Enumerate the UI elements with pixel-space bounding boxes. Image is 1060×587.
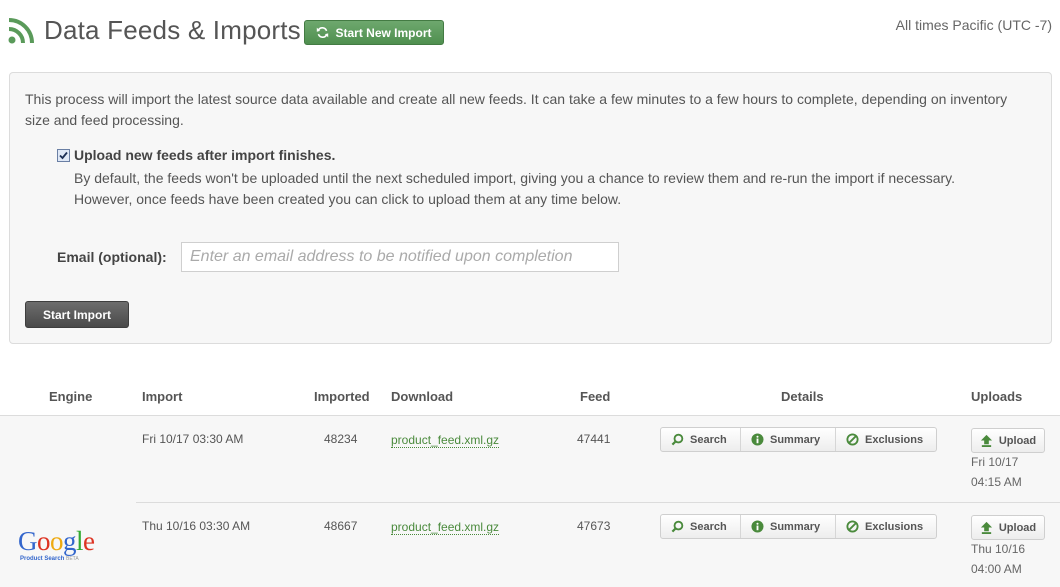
exclusions-button-label: Exclusions: [865, 433, 924, 446]
row-feed-count: 47441: [577, 432, 611, 446]
row-download-link[interactable]: product_feed.xml.gz: [391, 520, 500, 535]
exclusions-button-label: Exclusions: [865, 520, 924, 533]
column-header-uploads: Uploads: [971, 389, 1023, 404]
info-icon: [751, 433, 764, 446]
info-icon: [751, 520, 764, 533]
start-new-import-label: Start New Import: [335, 25, 432, 40]
column-header-imported: Imported: [314, 389, 370, 404]
summary-button-label: Summary: [770, 433, 821, 446]
exclusions-button[interactable]: Exclusions: [836, 428, 936, 451]
google-logo-wordmark: Google: [18, 526, 95, 556]
page-header: Data Feeds & Imports Start New Import Al…: [0, 0, 1060, 64]
search-button[interactable]: Search: [661, 428, 741, 451]
checkmark-icon: [59, 151, 68, 160]
search-button[interactable]: Search: [661, 515, 741, 538]
ban-icon: [846, 433, 859, 446]
import-panel: This process will import the latest sour…: [9, 72, 1052, 344]
page-title: Data Feeds & Imports: [44, 15, 301, 45]
row-upload-timestamp: Thu 10/16 04:00 AM: [971, 539, 1025, 579]
row-import-date: Fri 10/17 03:30 AM: [142, 432, 244, 446]
column-header-details: Details: [781, 389, 824, 404]
column-header-engine: Engine: [49, 389, 93, 404]
upload-after-import-label[interactable]: Upload new feeds after import finishes.: [74, 147, 335, 163]
upload-arrow-icon: [980, 521, 992, 534]
upload-button[interactable]: Upload: [971, 515, 1045, 540]
upload-button[interactable]: Upload: [971, 428, 1045, 453]
row-import-date: Thu 10/16 03:30 AM: [142, 519, 251, 533]
row-download-link[interactable]: product_feed.xml.gz: [391, 433, 500, 448]
row-upload-timestamp: Fri 10/17 04:15 AM: [971, 452, 1022, 492]
upload-button-label: Upload: [998, 434, 1037, 447]
summary-button[interactable]: Summary: [741, 428, 836, 451]
row-upload-time: 04:00 AM: [971, 562, 1022, 576]
google-product-search-logo: Google Product Search BETA: [18, 528, 108, 568]
column-header-download: Download: [391, 389, 454, 404]
rss-icon: [8, 18, 34, 44]
search-button-label: Search: [690, 433, 727, 446]
upload-button-label: Upload: [998, 521, 1037, 534]
row-upload-time: 04:15 AM: [971, 475, 1022, 489]
search-button-label: Search: [690, 520, 727, 533]
summary-button[interactable]: Summary: [741, 515, 836, 538]
search-icon: [671, 520, 684, 533]
row-details-buttons: Search Summary Exclusions: [660, 514, 937, 539]
summary-button-label: Summary: [770, 520, 821, 533]
upload-after-import-checkbox[interactable]: [57, 149, 70, 162]
start-new-import-button[interactable]: Start New Import: [304, 20, 444, 45]
email-label: Email (optional):: [57, 249, 167, 265]
row-upload-date: Fri 10/17: [971, 455, 1019, 469]
upload-arrow-icon: [980, 434, 992, 447]
row-details-buttons: Search Summary Exclusions: [660, 427, 937, 452]
row-divider: [136, 502, 1060, 503]
upload-help-text: By default, the feeds won't be uploaded …: [74, 168, 1004, 210]
timezone-note: All times Pacific (UTC -7): [895, 17, 1052, 33]
search-icon: [671, 433, 684, 446]
import-intro-text: This process will import the latest sour…: [25, 91, 1008, 128]
exclusions-button[interactable]: Exclusions: [836, 515, 936, 538]
google-logo-subtext: Product Search: [20, 556, 65, 562]
upload-help-line-2: However, once feeds have been created yo…: [74, 191, 622, 207]
row-imported-count: 48667: [324, 519, 358, 533]
row-feed-count: 47673: [577, 519, 611, 533]
upload-help-line-1: By default, the feeds won't be uploaded …: [74, 170, 956, 186]
start-import-button[interactable]: Start Import: [25, 301, 129, 328]
google-logo-badge: BETA: [66, 556, 79, 562]
row-imported-count: 48234: [324, 432, 358, 446]
email-input[interactable]: [181, 242, 619, 272]
column-header-import: Import: [142, 389, 183, 404]
ban-icon: [846, 520, 859, 533]
refresh-icon: [317, 27, 329, 38]
row-upload-date: Thu 10/16: [971, 542, 1026, 556]
column-header-feed: Feed: [580, 389, 611, 404]
